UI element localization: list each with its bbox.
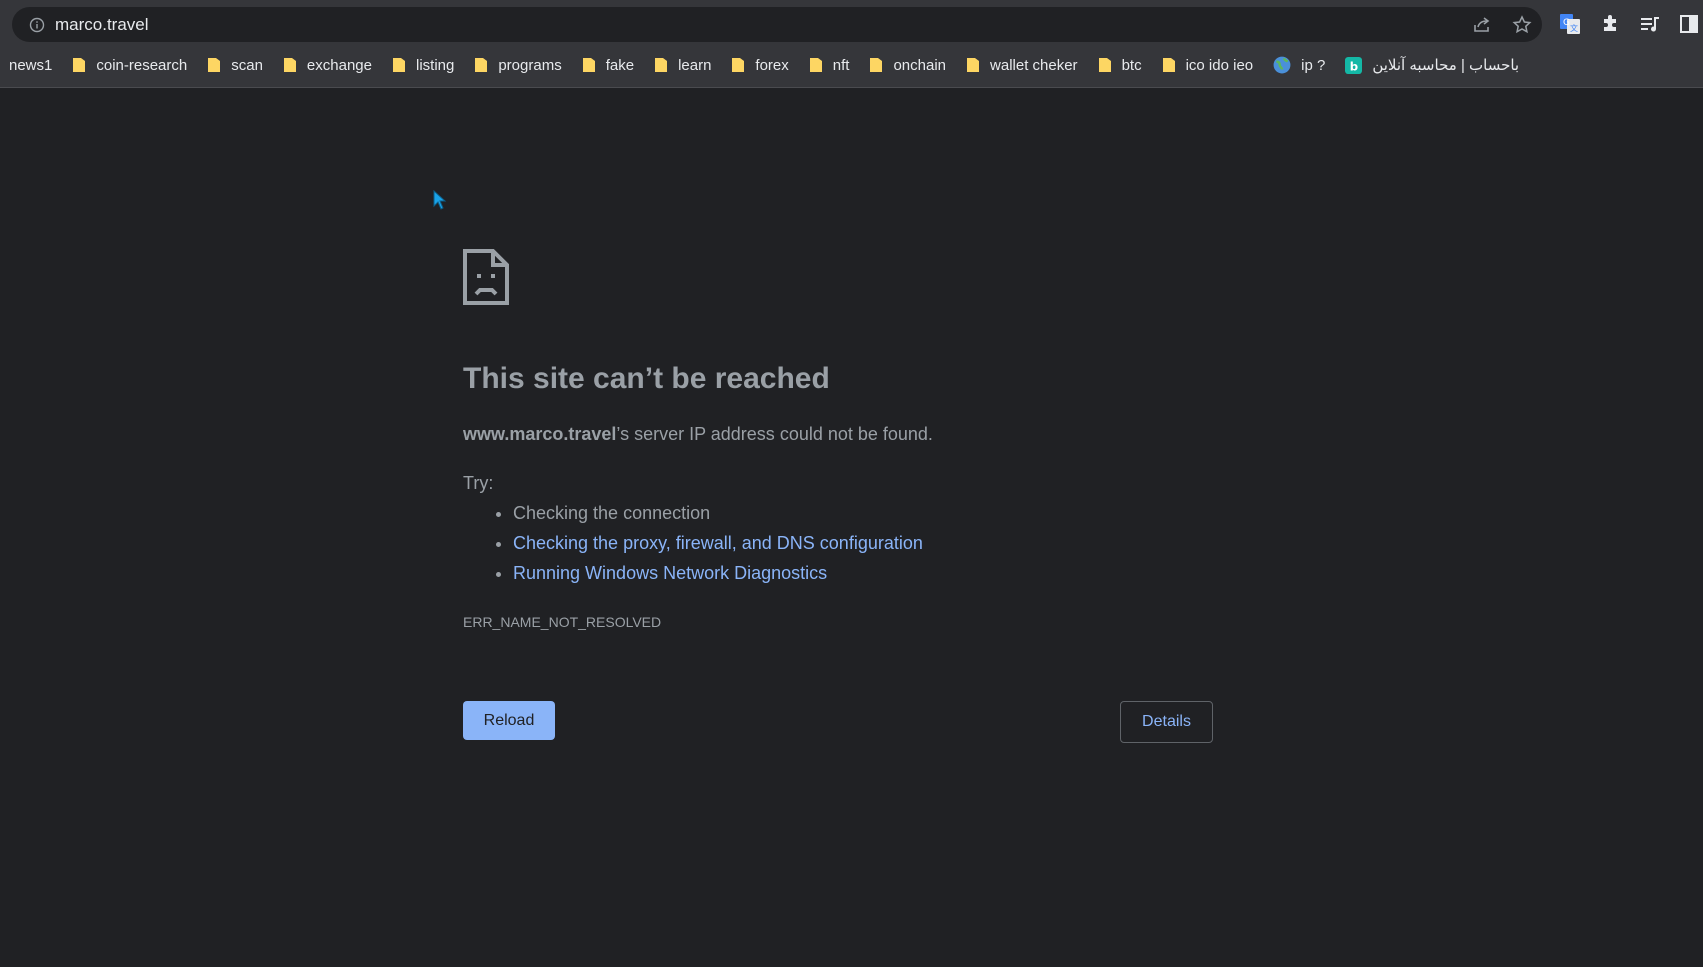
bookmark-label: programs <box>498 56 562 74</box>
folder-icon <box>475 58 488 72</box>
bookmark-label: btc <box>1121 56 1142 74</box>
bookmark-label: news1 <box>9 56 53 74</box>
folder-icon <box>283 58 296 72</box>
share-icon[interactable] <box>1472 15 1492 35</box>
bookmark-label: listing <box>415 56 455 74</box>
bookmark-item[interactable]: ico ido ieo <box>1162 51 1254 79</box>
bookmark-item[interactable]: onchain <box>869 51 946 79</box>
svg-text:文: 文 <box>1570 23 1578 33</box>
side-panel-icon[interactable] <box>1678 13 1700 35</box>
check-proxy-link[interactable]: Checking the proxy, firewall, and DNS co… <box>513 533 923 553</box>
folder-icon <box>73 58 86 72</box>
bookmark-item[interactable]: scan <box>207 51 263 79</box>
details-button[interactable]: Details <box>1120 701 1213 743</box>
bookmark-label: ico ido ieo <box>1185 56 1254 74</box>
error-summary-text: ’s server IP address could not be found. <box>616 424 933 444</box>
bookmark-label: exchange <box>306 56 372 74</box>
bookmark-item[interactable]: fake <box>582 51 634 79</box>
bookmark-label: nft <box>832 56 850 74</box>
sad-page-icon <box>463 249 509 305</box>
error-code: ERR_NAME_NOT_RESOLVED <box>463 614 662 630</box>
toolbar-divider <box>0 87 1703 88</box>
suggestion-check-proxy[interactable]: Checking the proxy, firewall, and DNS co… <box>513 528 923 558</box>
browser-toolbar: marco.travel G 文 news1 coin-research scan e… <box>0 0 1703 88</box>
bookmark-label: wallet cheker <box>990 56 1078 74</box>
folder-icon <box>1162 58 1175 72</box>
folder-icon <box>967 58 980 72</box>
bookmark-label: باحساب | محاسبه آنلاین <box>1372 57 1520 74</box>
page-title: This site can’t be reached <box>463 362 830 395</box>
info-icon[interactable] <box>28 16 46 34</box>
try-label: Try: <box>463 473 494 493</box>
extensions-puzzle-icon[interactable] <box>1600 13 1622 35</box>
folder-icon <box>809 58 822 72</box>
url-text[interactable]: marco.travel <box>55 15 149 35</box>
bookmark-item[interactable]: forex <box>731 51 789 79</box>
suggestion-network-diagnostics[interactable]: Running Windows Network Diagnostics <box>513 558 923 588</box>
bookmark-label: learn <box>678 56 712 74</box>
bookmark-label: ip ? <box>1301 56 1326 74</box>
bookmark-item[interactable]: news1 <box>9 51 52 79</box>
reload-button[interactable]: Reload <box>463 701 555 740</box>
bookmark-item[interactable]: programs <box>474 51 562 79</box>
folder-icon <box>1098 58 1111 72</box>
bookmark-label: forex <box>755 56 789 74</box>
bookmark-label: fake <box>605 56 635 74</box>
folder-icon <box>208 58 221 72</box>
bookmarks-bar: news1 coin-research scan exchange listing pro… <box>0 51 1703 79</box>
bookmark-item[interactable]: coin-research <box>72 51 187 79</box>
reading-list-icon[interactable] <box>1639 13 1661 35</box>
bookmark-label: coin-research <box>96 56 188 74</box>
bookmark-item[interactable]: b باحساب | محاسبه آنلاین <box>1345 51 1519 79</box>
bookmark-label: onchain <box>893 56 947 74</box>
folder-icon <box>655 58 668 72</box>
suggestion-check-connection: Checking the connection <box>513 498 923 528</box>
suggestions-list: Checking the connection Checking the pro… <box>463 498 923 588</box>
folder-icon <box>870 58 883 72</box>
bookmark-star-icon[interactable] <box>1512 15 1532 35</box>
mouse-cursor-icon <box>433 190 447 210</box>
folder-icon <box>582 58 595 72</box>
folder-icon <box>392 58 405 72</box>
bookmark-item[interactable]: learn <box>654 51 711 79</box>
address-bar[interactable]: marco.travel <box>12 7 1542 42</box>
bookmark-item[interactable]: btc <box>1098 51 1142 79</box>
bookmark-item[interactable]: nft <box>809 51 850 79</box>
translate-icon[interactable]: G 文 <box>1559 13 1581 35</box>
bookmark-label: scan <box>231 56 263 74</box>
svg-text:b: b <box>1350 59 1358 73</box>
bookmark-item[interactable]: listing <box>392 51 454 79</box>
bookmark-item[interactable]: ip ? <box>1273 51 1325 79</box>
site-b-icon: b <box>1345 56 1363 74</box>
bookmark-item[interactable]: exchange <box>283 51 372 79</box>
svg-text:G: G <box>1563 18 1570 28</box>
error-summary: www.marco.travel’s server IP address cou… <box>463 424 933 445</box>
folder-icon <box>732 58 745 72</box>
bookmark-item[interactable]: wallet cheker <box>966 51 1078 79</box>
error-host: www.marco.travel <box>463 424 617 444</box>
globe-icon <box>1273 56 1291 74</box>
network-diagnostics-link[interactable]: Running Windows Network Diagnostics <box>513 563 827 583</box>
